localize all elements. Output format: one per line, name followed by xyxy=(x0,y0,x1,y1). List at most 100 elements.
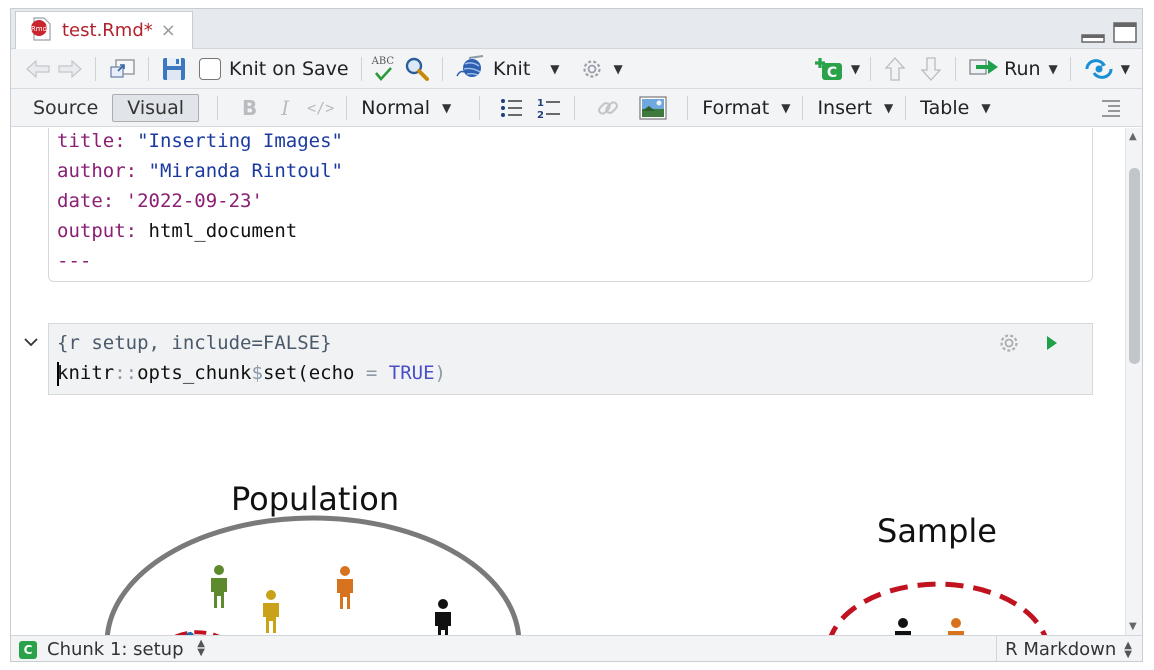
chevron-down-icon: ▼ xyxy=(781,100,791,115)
visual-editor[interactable]: title: "Inserting Images" author: "Miran… xyxy=(11,128,1127,635)
toolbar-divider xyxy=(802,95,804,120)
code-token: ) xyxy=(434,362,446,384)
toolbar-divider xyxy=(217,95,218,120)
yaml-line-date: date: '2022-09-23' xyxy=(57,190,263,212)
insert-menu[interactable]: Insert ▼ xyxy=(811,92,899,124)
code-chunk-setup[interactable]: {r setup, include=FALSE} knitr::opts_chu… xyxy=(48,323,1093,395)
insert-chunk-dropdown-icon[interactable]: ▼ xyxy=(851,62,860,76)
visual-mode-button[interactable]: Visual xyxy=(112,93,199,122)
code-token: $ xyxy=(251,362,263,384)
toolbar-divider xyxy=(346,95,348,120)
knit-on-save-box[interactable] xyxy=(199,57,221,80)
knit-button[interactable]: Knit xyxy=(449,53,536,85)
yaml-line-output: output: html_document xyxy=(57,220,297,242)
run-dropdown-icon[interactable]: ▼ xyxy=(1049,62,1058,76)
find-replace-icon[interactable] xyxy=(398,53,436,85)
collapse-chunk-icon[interactable] xyxy=(23,336,39,352)
svg-text:C: C xyxy=(827,65,837,81)
previous-chunk-icon[interactable] xyxy=(877,53,913,85)
toolbar-divider xyxy=(955,56,957,81)
vertical-scrollbar[interactable]: ▲ ▼ xyxy=(1125,128,1142,635)
gear-icon[interactable] xyxy=(574,53,610,85)
outline-icon[interactable] xyxy=(1094,92,1128,124)
rerun-icon[interactable] xyxy=(1077,53,1121,85)
rerun-dropdown-icon[interactable]: ▼ xyxy=(1121,62,1130,76)
run-label: Run xyxy=(1004,57,1041,80)
code-token: :: xyxy=(114,362,138,384)
knit-dropdown-icon[interactable]: ▼ xyxy=(550,62,559,76)
yaml-value: "Inserting Images" xyxy=(137,130,343,152)
toolbar-divider xyxy=(574,95,576,120)
italic-button[interactable]: I xyxy=(275,92,295,124)
tab-bar: Rmd test.Rmd* × xyxy=(11,9,1142,49)
yaml-value: '2022-09-23' xyxy=(125,190,263,212)
tab-title: test.Rmd* xyxy=(62,20,153,41)
scrollbar-thumb[interactable] xyxy=(1129,168,1140,364)
tab-close-icon[interactable]: × xyxy=(161,20,176,41)
tab-test-rmd[interactable]: Rmd test.Rmd* × xyxy=(15,11,193,49)
chunk-label: Chunk 1: setup xyxy=(47,639,184,660)
updown-icon: ▲ ▼ xyxy=(197,638,205,658)
yaml-line-title: title: "Inserting Images" xyxy=(57,130,343,152)
spellcheck-icon[interactable]: ABC xyxy=(368,53,398,85)
toolbar-divider xyxy=(442,56,444,81)
figure-population-label: Population xyxy=(231,480,400,518)
chunk-code-line: knitr::opts_chunk$set(echo = TRUE) xyxy=(57,362,446,384)
maximize-icon[interactable] xyxy=(1112,21,1138,49)
table-label: Table xyxy=(920,96,970,119)
updown-icon: ▲ ▼ xyxy=(1124,639,1132,660)
knit-on-save-checkbox[interactable]: Knit on Save xyxy=(193,53,355,85)
main-toolbar: Knit on Save ABC Knit ▼ ▼ C ▼ Run ▼ ▼ xyxy=(11,49,1142,89)
yaml-value: "Miranda Rintoul" xyxy=(148,160,343,182)
next-chunk-icon[interactable] xyxy=(913,53,949,85)
source-mode-button[interactable]: Source xyxy=(21,95,110,121)
back-arrow-icon[interactable] xyxy=(11,53,57,85)
table-menu[interactable]: Table ▼ xyxy=(914,92,996,124)
gear-dropdown-icon[interactable]: ▼ xyxy=(614,62,623,76)
run-chunk-icon[interactable] xyxy=(1045,334,1059,356)
chevron-down-icon: ▼ xyxy=(981,100,991,115)
code-token: set(echo xyxy=(262,362,366,384)
person-icon-orange xyxy=(337,566,353,609)
bullet-list-icon[interactable] xyxy=(494,92,530,124)
chunk-options-gear-icon[interactable] xyxy=(997,331,1021,359)
link-icon[interactable] xyxy=(589,92,627,124)
code-token: opts_chunk xyxy=(137,362,252,384)
scroll-down-icon[interactable]: ▼ xyxy=(1129,621,1137,632)
status-bar: C Chunk 1: setup ▲ ▼ R Markdown ▲ ▼ xyxy=(11,635,1142,661)
yaml-header-block[interactable]: title: "Inserting Images" author: "Miran… xyxy=(48,128,1093,282)
image-icon[interactable] xyxy=(633,92,673,124)
editor-pane: Rmd test.Rmd* × Knit on Save ABC Knit ▼ … xyxy=(10,8,1143,662)
run-button[interactable]: Run xyxy=(962,53,1046,85)
insert-label: Insert xyxy=(817,96,872,119)
forward-arrow-icon[interactable] xyxy=(57,53,89,85)
minimize-icon[interactable] xyxy=(1080,21,1106,49)
show-in-window-icon[interactable] xyxy=(102,53,142,85)
chevron-down-icon: ▼ xyxy=(883,100,894,115)
person-icon-black xyxy=(435,599,451,635)
yaml-key: output: xyxy=(57,220,138,242)
chevron-down-icon: ▼ xyxy=(442,100,452,115)
yaml-value: html_document xyxy=(148,220,298,242)
paragraph-style-dropdown[interactable]: Normal ▼ xyxy=(355,92,457,124)
yaml-key: date: xyxy=(57,190,115,212)
format-menu[interactable]: Format ▼ xyxy=(696,92,796,124)
code-token: knitr xyxy=(57,362,115,384)
rmd-file-icon: Rmd xyxy=(28,16,54,46)
format-label: Format xyxy=(702,96,770,119)
yaml-key: title: xyxy=(57,130,126,152)
scroll-up-icon[interactable]: ▲ xyxy=(1129,131,1137,142)
chunk-navigator[interactable]: Chunk 1: setup ▲ ▼ xyxy=(47,638,205,661)
insert-chunk-icon[interactable]: C xyxy=(807,53,851,85)
svg-text:Rmd: Rmd xyxy=(31,25,47,33)
knit-label: Knit xyxy=(493,57,531,80)
language-selector[interactable]: R Markdown ▲ ▼ xyxy=(996,636,1142,661)
code-button[interactable]: </> xyxy=(301,92,340,124)
numbered-list-icon[interactable]: 12 xyxy=(530,92,568,124)
spellcheck-abc-label: ABC xyxy=(371,55,395,67)
save-icon[interactable] xyxy=(155,53,193,85)
figure-sample-label: Sample xyxy=(877,512,997,550)
toolbar-divider xyxy=(1069,56,1071,81)
bold-button[interactable]: B xyxy=(236,92,263,124)
person-icon-green xyxy=(211,565,227,608)
